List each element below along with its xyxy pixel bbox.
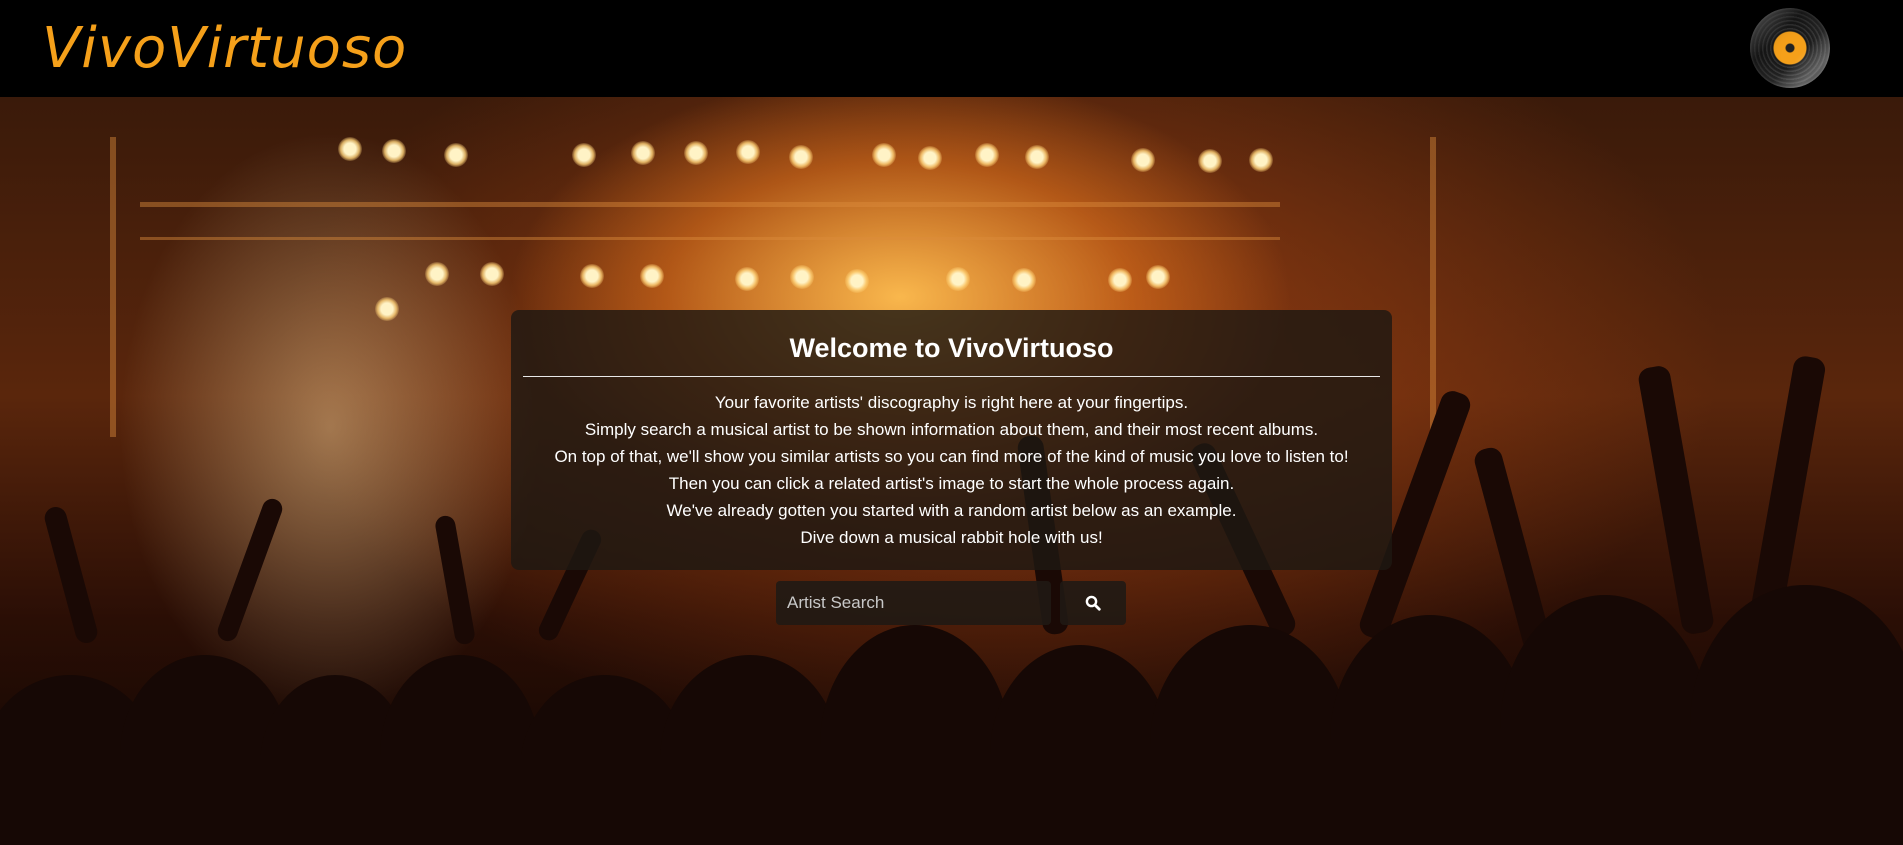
welcome-line: On top of that, we'll show you similar a… [554, 447, 1349, 466]
welcome-divider [523, 376, 1380, 377]
stage-light [735, 267, 759, 291]
search-icon [1085, 595, 1101, 611]
stage-light [580, 264, 604, 288]
stage-light [338, 137, 362, 161]
stage-light [1198, 149, 1222, 173]
stage-light [736, 140, 760, 164]
stage-light [444, 143, 468, 167]
stage-truss [110, 137, 116, 437]
raised-arm [42, 504, 100, 646]
stage-light [1012, 268, 1036, 292]
stage-light [631, 141, 655, 165]
search-button[interactable] [1060, 581, 1126, 625]
raised-arm [1636, 364, 1716, 636]
stage-light [789, 145, 813, 169]
welcome-line: Your favorite artists' discography is ri… [714, 393, 1189, 412]
stage-light [975, 143, 999, 167]
welcome-panel: Welcome to VivoVirtuoso Your favorite ar… [511, 310, 1392, 570]
stage-truss [140, 237, 1280, 240]
welcome-title: Welcome to VivoVirtuoso [789, 333, 1114, 363]
stage-light [1146, 265, 1170, 289]
welcome-line: Simply search a musical artist to be sho… [584, 420, 1319, 439]
stage-light [425, 262, 449, 286]
stage-light [375, 297, 399, 321]
stage-truss [140, 202, 1280, 207]
stage-light [1025, 145, 1049, 169]
vinyl-record-icon[interactable] [1750, 8, 1830, 88]
stage-truss [1430, 137, 1436, 437]
navbar: VivoVirtuoso [0, 0, 1903, 97]
stage-light [572, 143, 596, 167]
stage-light [790, 265, 814, 289]
stage-light [946, 267, 970, 291]
brand-logo-text[interactable]: VivoVirtuoso [42, 10, 407, 88]
stage-light [684, 141, 708, 165]
stage-light [382, 139, 406, 163]
welcome-line: We've already gotten you started with a … [666, 501, 1237, 520]
welcome-line: Dive down a musical rabbit hole with us! [800, 528, 1103, 547]
crowd-head [0, 755, 1903, 845]
stage-light [1249, 148, 1273, 172]
stage-light [872, 143, 896, 167]
stage-light [640, 264, 664, 288]
stage-light [1108, 268, 1132, 292]
stage-light [845, 269, 869, 293]
raised-arm [433, 514, 477, 646]
welcome-line: Then you can click a related artist's im… [668, 474, 1235, 493]
artist-search-input[interactable] [776, 581, 1051, 625]
stage-light [1131, 148, 1155, 172]
stage-light [480, 262, 504, 286]
stage-light [918, 146, 942, 170]
raised-arm [214, 496, 286, 644]
